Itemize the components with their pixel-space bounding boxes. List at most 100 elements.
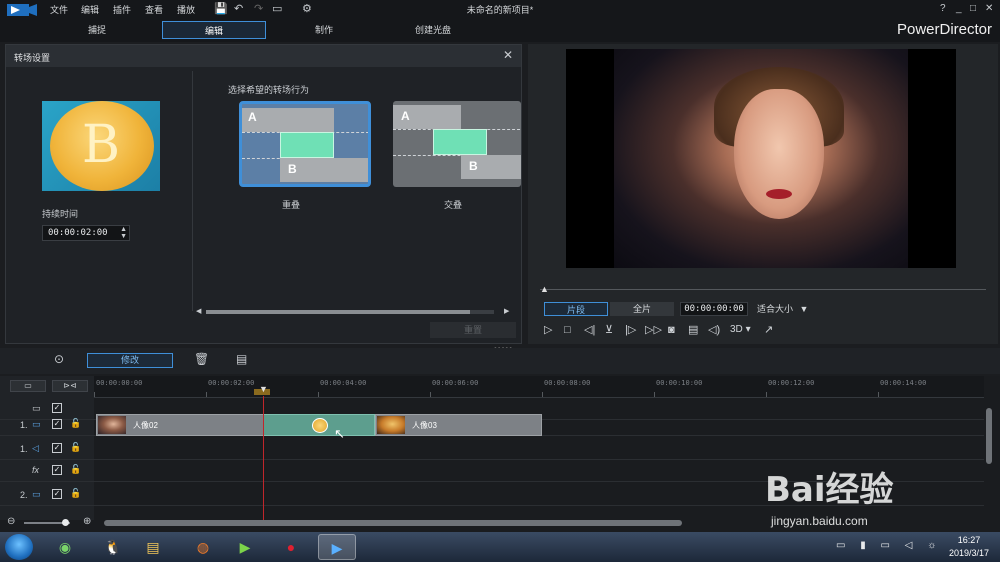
file-explorer-icon[interactable]: ▤ [134, 534, 172, 560]
powerdirector-logo-icon[interactable] [6, 2, 38, 18]
delete-trash-icon[interactable]: 🗑 [194, 352, 209, 366]
duration-field[interactable]: 00:00:02:00 ▲ ▼ [42, 225, 130, 241]
volume-icon[interactable]: ◁) [708, 323, 720, 337]
play-icon[interactable]: ▷ [544, 323, 552, 337]
media-app-icon[interactable]: ▶ [226, 534, 264, 560]
vertical-scrollbar[interactable] [986, 408, 992, 464]
transition-coin-icon [312, 418, 328, 433]
tab-edit[interactable]: 编辑 [162, 21, 266, 39]
fx-track-icon: fx [32, 465, 40, 475]
playhead-icon[interactable]: ▼ [259, 384, 268, 394]
zoom-slider-knob[interactable] [62, 519, 69, 526]
behavior-label-overlap[interactable]: 重叠 [225, 198, 357, 211]
menu-file[interactable]: 文件 [50, 3, 68, 16]
track-enable-checkbox[interactable]: ✓ [52, 465, 62, 475]
fit-size-dropdown[interactable]: 适合大小 ▼ [754, 302, 816, 316]
360-browser-icon[interactable]: ◉ [46, 534, 84, 560]
previous-frame-icon[interactable]: ◁| [584, 323, 595, 337]
duration-value[interactable]: 00:00:02:00 [48, 228, 108, 238]
options-circle-icon[interactable]: ⊙ [54, 352, 64, 366]
baidu-watermark: Bai经验 jingyan.baidu.com [765, 462, 975, 532]
recorder-icon[interactable]: ● [272, 534, 310, 560]
clip-mode-button[interactable]: 片段 [544, 302, 608, 316]
track-enable-checkbox[interactable]: ✓ [52, 419, 62, 429]
next-frame-icon[interactable]: |▷ [625, 323, 636, 337]
track-manager-button[interactable]: ▭ [10, 380, 46, 392]
fit-timeline-button[interactable]: ⊳⊲ [52, 380, 88, 392]
duration-spinner-icon[interactable]: ▲ ▼ [120, 226, 127, 240]
menu-edit[interactable]: 编辑 [81, 3, 99, 16]
taskbar: ◉ 🐧 ▤ ◍ ▶ ● ▶ ▭ ▮ ▭ ◁ ☼ 16:27 2019/3/17 [0, 532, 1000, 562]
audio-track-icon: ◁ [32, 443, 39, 453]
behavior-option-overlap[interactable]: A B [239, 101, 371, 187]
lock-icon[interactable]: 🔓 [70, 418, 81, 429]
timecode-field[interactable]: 00:00:00:00 [680, 302, 748, 316]
behavior-option-cross[interactable]: A B [393, 101, 521, 187]
track-enable-checkbox[interactable]: ✓ [52, 403, 62, 413]
scrubber-track[interactable] [540, 289, 986, 290]
qq-icon[interactable]: 🐧 [94, 534, 132, 560]
tab-produce[interactable]: 制作 [272, 21, 376, 39]
scroll-right-icon[interactable]: ▶ [504, 307, 509, 315]
menu-plugins[interactable]: 插件 [113, 3, 131, 16]
transition-clip[interactable] [263, 414, 375, 436]
video-clip[interactable]: 人像02 [96, 414, 264, 436]
menu-play[interactable]: 播放 [177, 3, 195, 16]
three-d-label: 3D [730, 324, 743, 335]
help-button[interactable]: ? [940, 3, 946, 14]
clip-b-letter: B [469, 159, 478, 173]
powerdirector-task-icon[interactable]: ▶ [318, 534, 356, 560]
options-scrollbar[interactable]: ◀ ▶ [196, 307, 514, 317]
snapshot-icon[interactable]: ◙ [668, 323, 675, 337]
lock-icon[interactable]: 🔓 [70, 442, 81, 453]
undo-icon[interactable]: ↶ [234, 2, 243, 16]
properties-icon[interactable]: ▤ [236, 352, 247, 366]
track-row-audio-1: 1. ◁ ✓ 🔓 [0, 438, 984, 460]
fast-forward-icon[interactable]: ▷▷ [645, 323, 662, 337]
settings-gear-icon[interactable]: ⚙ [302, 2, 312, 16]
system-tray-icons[interactable]: ▭ ▮ ▭ ◁ ☼ [836, 540, 942, 551]
brand-name: PowerDirector [896, 21, 992, 38]
mode-bar: 捕捉 编辑 制作 创建光盘 PowerDirector [0, 20, 1000, 42]
scroll-thumb[interactable] [206, 310, 470, 314]
movie-mode-button[interactable]: 全片 [610, 302, 674, 316]
behavior-label-cross[interactable]: 交叠 [387, 198, 519, 211]
timeline-scrollbar[interactable] [104, 520, 682, 526]
duration-label: 持续时间 [42, 209, 79, 219]
video-clip[interactable]: 人像03 [375, 414, 542, 436]
panel-close-icon[interactable]: ✕ [503, 48, 513, 62]
subtitle-icon[interactable]: ▤ [688, 323, 698, 337]
maximize-button[interactable]: □ [970, 3, 976, 14]
aspect-ratio-icon[interactable]: ▭ [272, 2, 282, 16]
close-button[interactable]: ✕ [985, 3, 993, 14]
scrubber-head-icon[interactable]: ▲ [540, 284, 549, 294]
clip-label: 人像02 [133, 421, 158, 430]
lock-icon[interactable]: 🔓 [70, 488, 81, 499]
start-button-icon[interactable] [5, 534, 33, 560]
chevron-down-icon: ▼ [799, 304, 809, 314]
firefox-icon[interactable]: ◍ [184, 534, 222, 560]
lock-icon[interactable]: 🔓 [70, 464, 81, 475]
zoom-in-icon[interactable]: ⊕ [83, 516, 91, 527]
tab-create-disc[interactable]: 创建光盘 [381, 21, 485, 39]
ruler-label: 00:00:02:00 [208, 379, 255, 387]
stop-icon[interactable]: □ [564, 323, 571, 337]
redo-icon[interactable]: ↷ [254, 2, 263, 16]
zoom-out-icon[interactable]: ⊖ [7, 516, 15, 527]
track-enable-checkbox[interactable]: ✓ [52, 443, 62, 453]
playback-scrubber[interactable]: ▲ [540, 284, 986, 294]
ruler-label: 00:00:12:00 [768, 379, 815, 387]
three-d-button[interactable]: 3D ▾ [730, 323, 751, 337]
reset-button[interactable]: 重置 [430, 322, 516, 338]
save-icon[interactable]: 💾 [214, 2, 228, 16]
scroll-left-icon[interactable]: ◀ [196, 307, 201, 315]
ruler-label: 00:00:08:00 [544, 379, 591, 387]
minimize-button[interactable]: _ [956, 3, 962, 14]
tab-capture[interactable]: 捕捉 [45, 21, 149, 39]
timeline-ruler[interactable]: 00:00:00:00 00:00:02:00 00:00:04:00 00:0… [94, 376, 984, 398]
track-enable-checkbox[interactable]: ✓ [52, 489, 62, 499]
undock-icon[interactable]: ↗ [764, 323, 773, 337]
modify-button[interactable]: 修改 [87, 353, 173, 368]
split-marker-icon[interactable]: ⊻ [605, 323, 613, 337]
menu-view[interactable]: 查看 [145, 3, 163, 16]
